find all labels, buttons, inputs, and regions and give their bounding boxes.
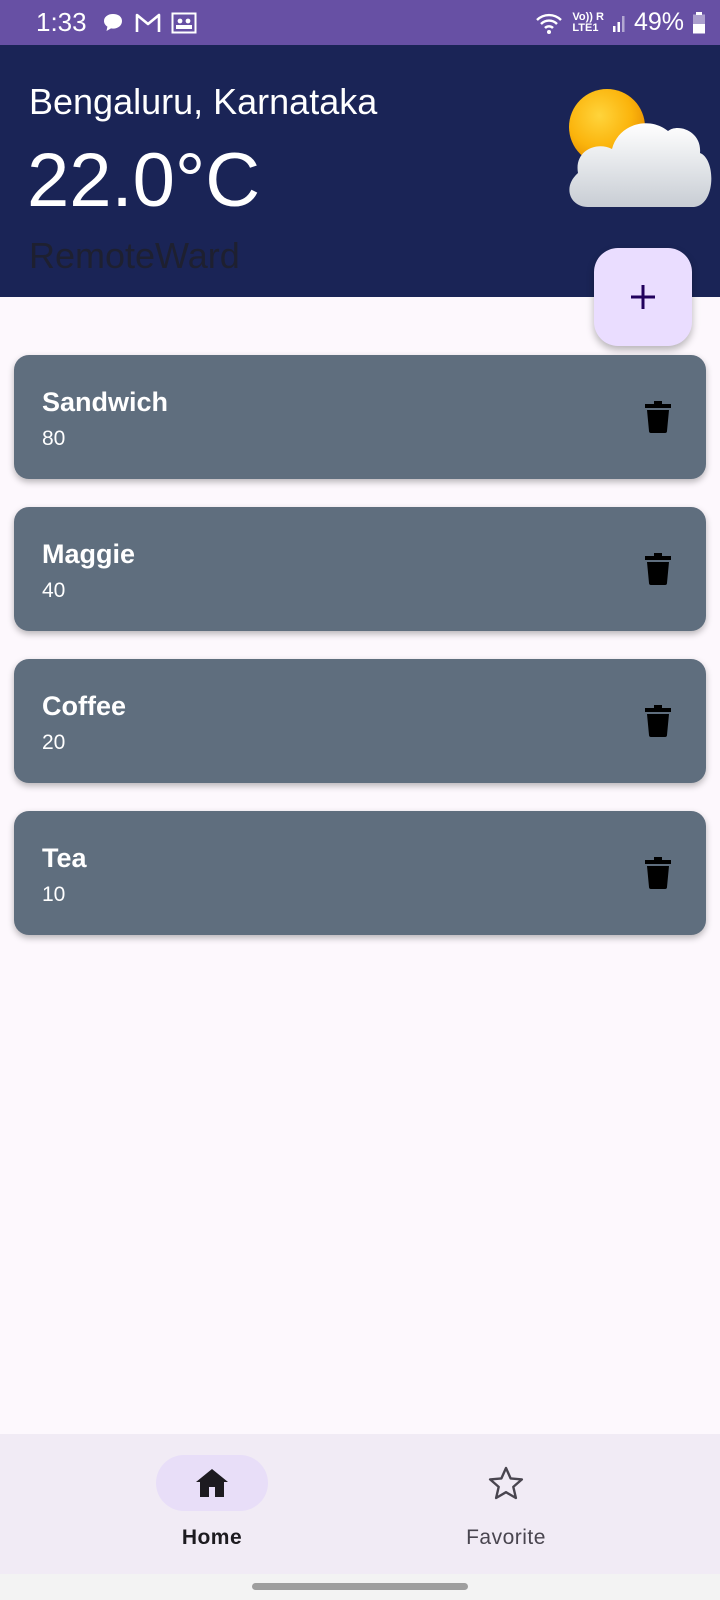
trash-icon xyxy=(645,553,671,585)
city-name: Bengaluru, Karnataka xyxy=(29,81,378,122)
delete-button[interactable] xyxy=(640,551,676,587)
trash-icon xyxy=(645,857,671,889)
delete-button[interactable] xyxy=(640,703,676,739)
nav-home-indicator xyxy=(156,1455,268,1511)
plus-icon xyxy=(631,285,655,309)
delete-button[interactable] xyxy=(640,399,676,435)
gallery-icon xyxy=(171,12,197,33)
nav-favorite-label: Favorite xyxy=(466,1526,546,1549)
chat-bubble-icon xyxy=(103,13,122,31)
signal-icon xyxy=(612,15,625,32)
gmail-icon xyxy=(135,13,160,32)
nav-favorite[interactable]: Favorite xyxy=(406,1434,606,1574)
nav-home-label: Home xyxy=(181,1526,243,1549)
battery-icon xyxy=(693,11,705,33)
item-price: 40 xyxy=(42,579,66,602)
nav-favorite-indicator xyxy=(450,1455,562,1511)
network-type-top: Vo)) R xyxy=(572,10,604,23)
notification-icons xyxy=(101,11,197,35)
list-item[interactable]: Maggie 40 xyxy=(14,507,706,631)
home-icon xyxy=(196,1469,228,1497)
battery-percent: 49% xyxy=(633,8,684,36)
item-price: 80 xyxy=(42,427,66,450)
item-price: 20 xyxy=(42,731,66,754)
trash-icon xyxy=(645,705,671,737)
item-name: Sandwich xyxy=(42,387,169,417)
status-right: Vo)) R LTE1 49% xyxy=(534,8,706,37)
wifi-icon xyxy=(536,13,563,34)
status-bar: 1:33 Vo)) R LTE1 49% xyxy=(0,0,720,45)
item-name: Tea xyxy=(42,843,87,873)
item-price: 10 xyxy=(42,883,66,906)
list-item[interactable]: Sandwich 80 xyxy=(14,355,706,479)
delete-button[interactable] xyxy=(640,855,676,891)
item-name: Coffee xyxy=(42,691,127,721)
gesture-area xyxy=(0,1574,720,1600)
star-icon xyxy=(488,1466,524,1500)
ward-name: RemoteWard xyxy=(29,235,240,276)
bottom-navigation: Home Favorite xyxy=(0,1434,720,1574)
trash-icon xyxy=(645,401,671,433)
partly-cloudy-icon xyxy=(569,89,712,207)
list-item[interactable]: Coffee 20 xyxy=(14,659,706,783)
temperature: 22.0°C xyxy=(27,138,261,223)
gesture-handle[interactable] xyxy=(252,1583,468,1590)
item-name: Maggie xyxy=(42,539,136,569)
list-item[interactable]: Tea 10 xyxy=(14,811,706,935)
network-type-bottom: LTE1 xyxy=(572,21,599,34)
nav-home[interactable]: Home xyxy=(112,1434,312,1574)
add-item-button[interactable] xyxy=(594,248,692,346)
network-label: Vo)) R LTE1 xyxy=(572,10,604,34)
status-time: 1:33 xyxy=(36,7,87,37)
